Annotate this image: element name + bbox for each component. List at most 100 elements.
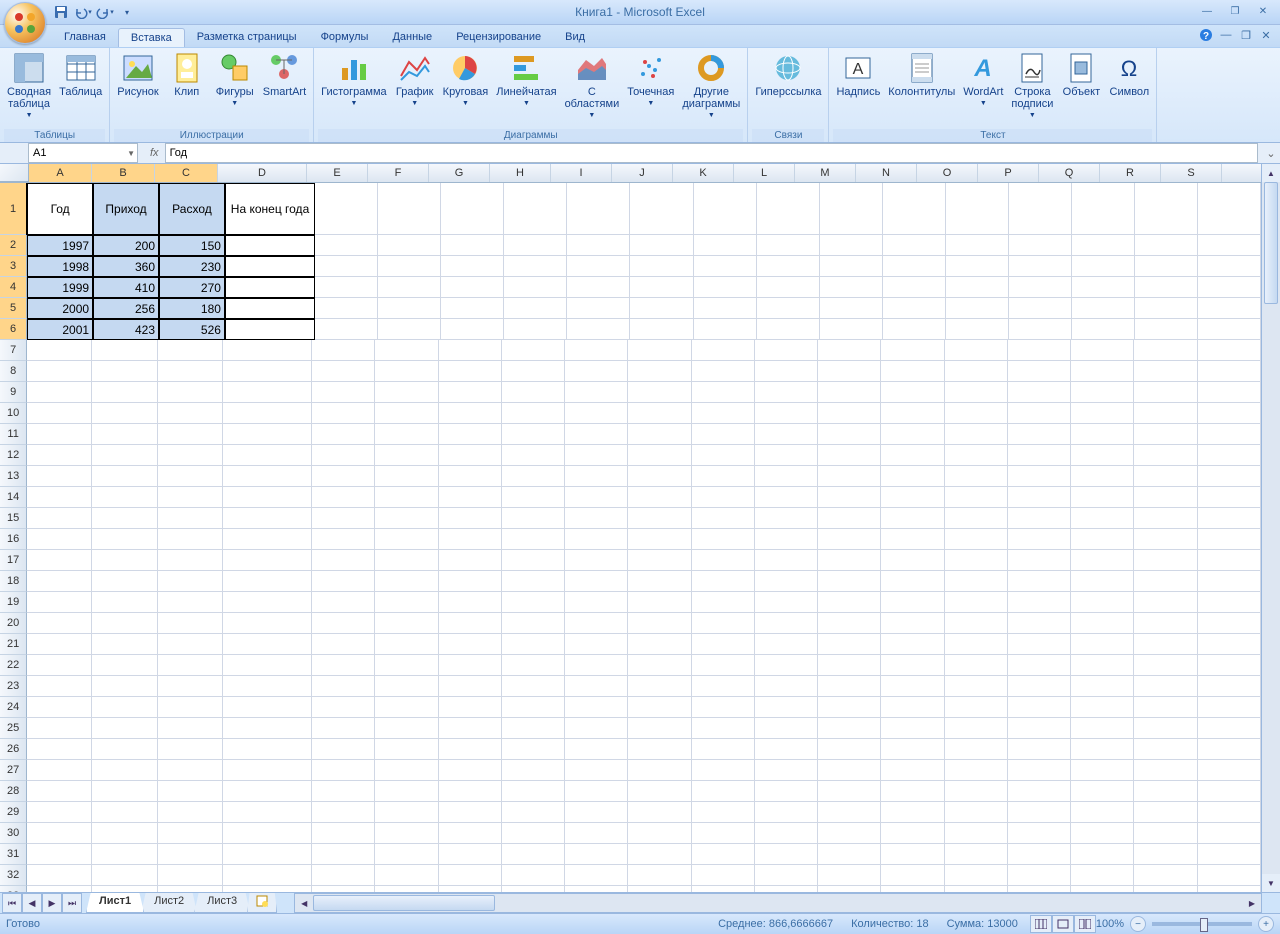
- cell-S22[interactable]: [1198, 655, 1261, 676]
- cell-R23[interactable]: [1134, 676, 1197, 697]
- cell-R31[interactable]: [1134, 844, 1197, 865]
- cell-I13[interactable]: [565, 466, 628, 487]
- cell-Q20[interactable]: [1071, 613, 1134, 634]
- row-header-29[interactable]: 29: [0, 802, 27, 823]
- cell-L32[interactable]: [755, 865, 818, 886]
- expand-formula-bar[interactable]: ⌄: [1262, 147, 1280, 160]
- cell-P7[interactable]: [1008, 340, 1071, 361]
- cell-S6[interactable]: [1198, 319, 1261, 340]
- cell-I30[interactable]: [565, 823, 628, 844]
- page-layout-view-button[interactable]: [1052, 915, 1074, 933]
- ribbon-shapes-button[interactable]: Фигуры▼: [212, 50, 258, 109]
- cell-K27[interactable]: [692, 760, 755, 781]
- cell-R18[interactable]: [1134, 571, 1197, 592]
- cell-C17[interactable]: [158, 550, 223, 571]
- cell-G20[interactable]: [439, 613, 502, 634]
- cell-P25[interactable]: [1008, 718, 1071, 739]
- cell-A15[interactable]: [27, 508, 92, 529]
- cell-Q17[interactable]: [1071, 550, 1134, 571]
- cell-A19[interactable]: [27, 592, 92, 613]
- cell-H10[interactable]: [502, 403, 565, 424]
- cell-A18[interactable]: [27, 571, 92, 592]
- cell-B12[interactable]: [92, 445, 157, 466]
- cell-F5[interactable]: [378, 298, 441, 319]
- cell-M12[interactable]: [818, 445, 881, 466]
- cell-A5[interactable]: 2000: [27, 298, 93, 319]
- undo-button[interactable]: ▾: [74, 3, 92, 21]
- fx-icon[interactable]: fx: [150, 147, 159, 159]
- cell-P13[interactable]: [1008, 466, 1071, 487]
- cell-R1[interactable]: [1135, 183, 1198, 235]
- cell-S9[interactable]: [1198, 382, 1261, 403]
- cell-S14[interactable]: [1198, 487, 1261, 508]
- cell-E11[interactable]: [312, 424, 375, 445]
- cell-F29[interactable]: [375, 802, 438, 823]
- cell-S7[interactable]: [1198, 340, 1261, 361]
- scroll-thumb[interactable]: [1264, 182, 1278, 304]
- column-header-B[interactable]: B: [92, 164, 155, 182]
- cell-L15[interactable]: [755, 508, 818, 529]
- cell-O32[interactable]: [945, 865, 1008, 886]
- sheet-tab-Лист1[interactable]: Лист1: [86, 893, 144, 913]
- cell-B7[interactable]: [92, 340, 157, 361]
- cell-H30[interactable]: [502, 823, 565, 844]
- cell-B8[interactable]: [92, 361, 157, 382]
- cell-N10[interactable]: [881, 403, 944, 424]
- cell-Q22[interactable]: [1071, 655, 1134, 676]
- cell-E4[interactable]: [315, 277, 378, 298]
- cell-R9[interactable]: [1134, 382, 1197, 403]
- cell-F24[interactable]: [375, 697, 438, 718]
- cell-F11[interactable]: [375, 424, 438, 445]
- cell-G26[interactable]: [439, 739, 502, 760]
- cell-F33[interactable]: [375, 886, 438, 892]
- ribbon-textbox-button[interactable]: AНадпись: [833, 50, 883, 100]
- cell-K3[interactable]: [694, 256, 757, 277]
- page-break-view-button[interactable]: [1074, 915, 1096, 933]
- cell-S21[interactable]: [1198, 634, 1261, 655]
- column-header-J[interactable]: J: [612, 164, 673, 182]
- cell-E16[interactable]: [312, 529, 375, 550]
- column-header-I[interactable]: I: [551, 164, 612, 182]
- cell-Q15[interactable]: [1071, 508, 1134, 529]
- cell-K33[interactable]: [692, 886, 755, 892]
- cell-K11[interactable]: [692, 424, 755, 445]
- scroll-right-button[interactable]: ▶: [1243, 894, 1261, 912]
- cell-M9[interactable]: [818, 382, 881, 403]
- cell-H9[interactable]: [502, 382, 565, 403]
- cell-Q6[interactable]: [1072, 319, 1135, 340]
- cell-Q2[interactable]: [1072, 235, 1135, 256]
- cell-R5[interactable]: [1135, 298, 1198, 319]
- cell-M6[interactable]: [820, 319, 883, 340]
- cell-S4[interactable]: [1198, 277, 1261, 298]
- cell-M28[interactable]: [818, 781, 881, 802]
- cell-E2[interactable]: [315, 235, 378, 256]
- cell-H14[interactable]: [502, 487, 565, 508]
- ribbon-other-button[interactable]: Другиедиаграммы▼: [679, 50, 743, 121]
- row-header-24[interactable]: 24: [0, 697, 27, 718]
- ribbon-symbol-button[interactable]: ΩСимвол: [1106, 50, 1152, 100]
- cell-P21[interactable]: [1008, 634, 1071, 655]
- cell-S18[interactable]: [1198, 571, 1261, 592]
- cell-C33[interactable]: [158, 886, 223, 892]
- cell-E22[interactable]: [312, 655, 375, 676]
- cell-M3[interactable]: [820, 256, 883, 277]
- cell-B1[interactable]: Приход: [93, 183, 159, 235]
- cell-E18[interactable]: [312, 571, 375, 592]
- cell-R22[interactable]: [1134, 655, 1197, 676]
- cell-N31[interactable]: [881, 844, 944, 865]
- cell-E25[interactable]: [312, 718, 375, 739]
- sheet-last-button[interactable]: ⏭: [62, 893, 82, 913]
- cell-K29[interactable]: [692, 802, 755, 823]
- cell-J10[interactable]: [628, 403, 691, 424]
- cell-H13[interactable]: [502, 466, 565, 487]
- cell-N7[interactable]: [881, 340, 944, 361]
- cell-Q30[interactable]: [1071, 823, 1134, 844]
- cell-N21[interactable]: [881, 634, 944, 655]
- cell-J7[interactable]: [628, 340, 691, 361]
- cell-D15[interactable]: [223, 508, 313, 529]
- cell-S2[interactable]: [1198, 235, 1261, 256]
- cell-G4[interactable]: [441, 277, 504, 298]
- name-box[interactable]: A1▼: [28, 143, 138, 163]
- cell-O8[interactable]: [945, 361, 1008, 382]
- cell-B33[interactable]: [92, 886, 157, 892]
